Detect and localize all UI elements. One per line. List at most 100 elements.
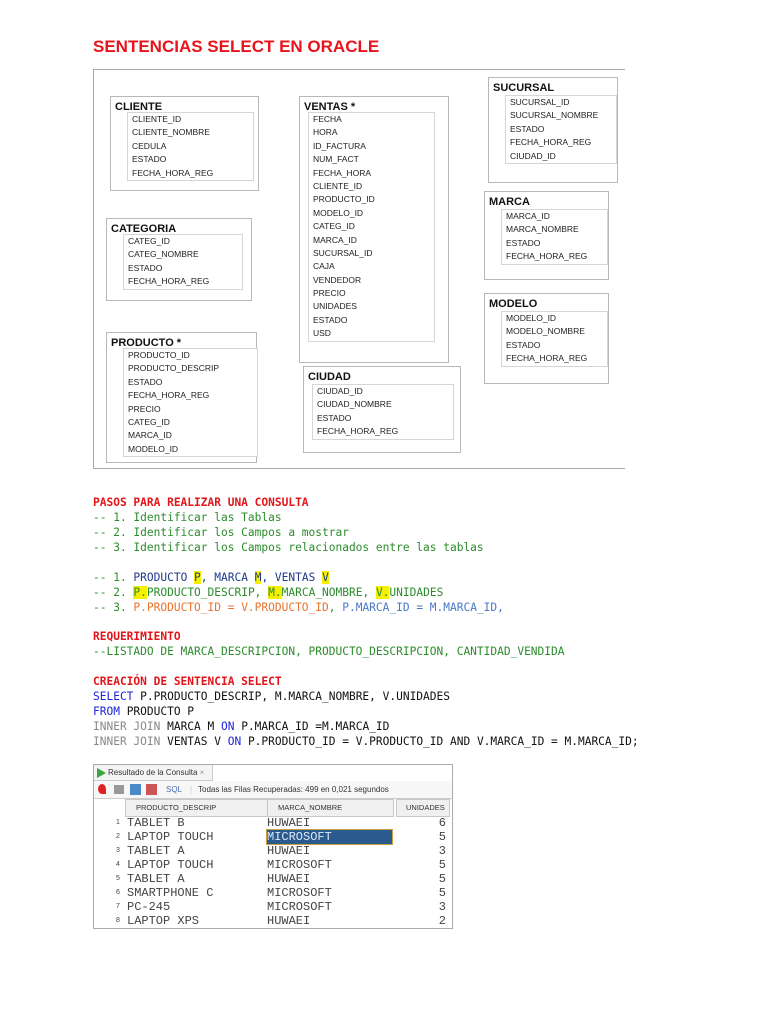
cell-unidades[interactable]: 6 [439, 816, 446, 830]
cell-unidades[interactable]: 2 [439, 914, 446, 928]
row-number: 6 [116, 889, 120, 896]
field-list: FECHA HORA ID_FACTURA NUM_FACT FECHA_HORA CLI… [308, 112, 435, 342]
cell-marca[interactable]: MICROSOFT [267, 886, 392, 900]
sep: , [328, 601, 343, 614]
page-title: SENTENCIAS SELECT EN ORACLE [93, 37, 380, 56]
cell-producto[interactable]: LAPTOP XPS [127, 914, 199, 928]
print-icon[interactable] [114, 785, 124, 794]
table-marca[interactable]: MARCA MARCA_ID MARCA_NOMBRE ESTADO FECHA_HOR… [484, 191, 609, 280]
table-sucursal[interactable]: SUCURSAL SUCURSAL_ID SUCURSAL_NOMBRE ESTADO… [488, 77, 618, 183]
cell-marca[interactable]: MICROSOFT [267, 858, 392, 872]
field: ESTADO [506, 339, 541, 350]
cell-marca[interactable]: HUWAEI [267, 914, 392, 928]
column-header[interactable]: MARCA_NOMBRE [267, 799, 394, 817]
field: CEDULA [132, 140, 167, 151]
field: UNIDADES [313, 301, 357, 312]
alias: P. [133, 586, 147, 599]
cell-unidades[interactable]: 3 [439, 844, 446, 858]
field: CLIENTE_ID [313, 180, 363, 191]
tab-label: Resultado de la Consulta [108, 768, 198, 777]
keyword: ON [220, 720, 235, 733]
table-row[interactable]: 2 LAPTOP TOUCH MICROSOFT 5 [94, 829, 452, 845]
table-row[interactable]: 3 TABLET A HUWAEI 3 [94, 844, 452, 858]
close-icon[interactable]: × [200, 768, 205, 777]
field: CIUDAD_ID [510, 150, 556, 161]
row-number: 1 [116, 819, 120, 826]
cell-marca[interactable]: HUWAEI [267, 816, 392, 830]
field: MARCA_ID [313, 234, 357, 245]
table-producto[interactable]: PRODUCTO * PRODUCTO_ID PRODUCTO_DESCRIP EST… [106, 332, 258, 463]
tab-query-result[interactable]: Resultado de la Consulta × [94, 765, 214, 781]
field: MARCA_ID [128, 430, 172, 441]
cell-producto[interactable]: SMARTPHONE C [127, 886, 213, 900]
field: NUM_FACT [313, 154, 359, 165]
field: CLIENTE_ID [132, 114, 182, 124]
cell-producto[interactable]: TABLET A [127, 872, 185, 886]
field-list: CIUDAD_ID CIUDAD_NOMBRE ESTADO FECHA_HORA_R… [312, 384, 454, 440]
table-name: CIUDAD [308, 371, 351, 383]
cell-producto[interactable]: LAPTOP TOUCH [127, 830, 213, 844]
sql-button[interactable]: SQL [166, 781, 182, 798]
table-row[interactable]: 4 LAPTOP TOUCH MICROSOFT 5 [94, 858, 452, 872]
field: CATEG_ID [128, 416, 170, 427]
cell-marca[interactable]: HUWAEI [267, 872, 392, 886]
field: VENDEDOR [313, 274, 362, 285]
column-label: PRODUCTO_DESCRIP [136, 803, 217, 812]
column-header[interactable]: PRODUCTO_DESCRIP [125, 799, 268, 817]
field-list: SUCURSAL_ID SUCURSAL_NOMBRE ESTADO FECHA_HO… [505, 95, 617, 164]
field: MODELO_ID [506, 313, 557, 323]
table-ciudad[interactable]: CIUDAD CIUDAD_ID CIUDAD_NOMBRE ESTADO FECHA_… [303, 366, 461, 453]
cell-producto[interactable]: LAPTOP TOUCH [127, 858, 213, 872]
table-modelo[interactable]: MODELO MODELO_ID MODELO_NOMBRE ESTADO FECHA_… [484, 293, 609, 384]
prefix: -- 2. [93, 586, 134, 599]
applied-step-3: -- 3. P.PRODUCTO_ID = V.PRODUCTO_ID, P.M… [93, 600, 504, 615]
field: CATEG_NOMBRE [128, 249, 199, 260]
field: FECHA [313, 114, 342, 124]
table-ventas[interactable]: VENTAS * FECHA HORA ID_FACTURA NUM_FACT FECHA… [299, 96, 449, 363]
keyword: INNER JOIN [93, 720, 161, 733]
step-line: -- 2. Identificar los Campos a mostrar [93, 526, 349, 539]
cell-producto[interactable]: TABLET B [127, 816, 185, 830]
sql-select: SELECT P.PRODUCTO_DESCRIP, M.MARCA_NOMBR… [93, 689, 450, 704]
field: FECHA_HORA_REG [128, 276, 210, 287]
er-diagram: CLIENTE CLIENTE_ID CLIENTE_NOMBRE CEDULA EST… [93, 69, 625, 469]
field: PRECIO [313, 288, 346, 299]
divider: | [190, 785, 193, 794]
table-row[interactable]: 5 TABLET A HUWAEI 5 [94, 872, 452, 886]
table-cliente[interactable]: CLIENTE CLIENTE_ID CLIENTE_NOMBRE CEDULA EST… [110, 96, 259, 191]
cell-marca[interactable]: MICROSOFT [267, 900, 392, 914]
row-number: 7 [116, 903, 120, 910]
table-row[interactable]: 6 SMARTPHONE C MICROSOFT 5 [94, 886, 452, 900]
field: ESTADO [510, 123, 545, 134]
field: CAJA [313, 261, 335, 272]
field: CATEG_ID [128, 236, 170, 246]
cell-unidades[interactable]: 5 [439, 830, 446, 844]
field: FECHA_HORA_REG [506, 251, 588, 262]
pin-icon[interactable] [98, 784, 106, 794]
field: FECHA_HORA_REG [510, 137, 592, 148]
cell-marca[interactable]: MICROSOFT [266, 829, 393, 845]
table-row[interactable]: 8 LAPTOP XPS HUWAEI 2 [94, 914, 452, 928]
keyword: SELECT [93, 690, 134, 703]
field-list: PRODUCTO_ID PRODUCTO_DESCRIP ESTADO FECHA_H… [123, 348, 258, 458]
field: MARCA_NOMBRE [506, 224, 579, 235]
field-list: CATEG_ID CATEG_NOMBRE ESTADO FECHA_HORA_REG [123, 234, 243, 290]
cell-producto[interactable]: TABLET A [127, 844, 185, 858]
cell-unidades[interactable]: 5 [439, 858, 446, 872]
table-row[interactable]: 1 TABLET B HUWAEI 6 [94, 816, 452, 830]
column-header[interactable]: UNIDADES [396, 799, 450, 817]
field: ESTADO [506, 237, 541, 248]
refresh-icon[interactable] [130, 784, 141, 795]
cell-unidades[interactable]: 3 [439, 900, 446, 914]
keyword: ON [227, 735, 242, 748]
cell-marca[interactable]: HUWAEI [267, 844, 392, 858]
table-row[interactable]: 7 PC-245 MICROSOFT 3 [94, 900, 452, 914]
table-categoria[interactable]: CATEGORIA CATEG_ID CATEG_NOMBRE ESTADO FECHA… [106, 218, 252, 301]
alias: P [194, 571, 201, 584]
cell-unidades[interactable]: 5 [439, 886, 446, 900]
export-icon[interactable] [146, 784, 157, 795]
field: CIUDAD_ID [317, 386, 363, 396]
cell-unidades[interactable]: 5 [439, 872, 446, 886]
field: ID_FACTURA [313, 140, 366, 151]
cell-producto[interactable]: PC-245 [127, 900, 170, 914]
